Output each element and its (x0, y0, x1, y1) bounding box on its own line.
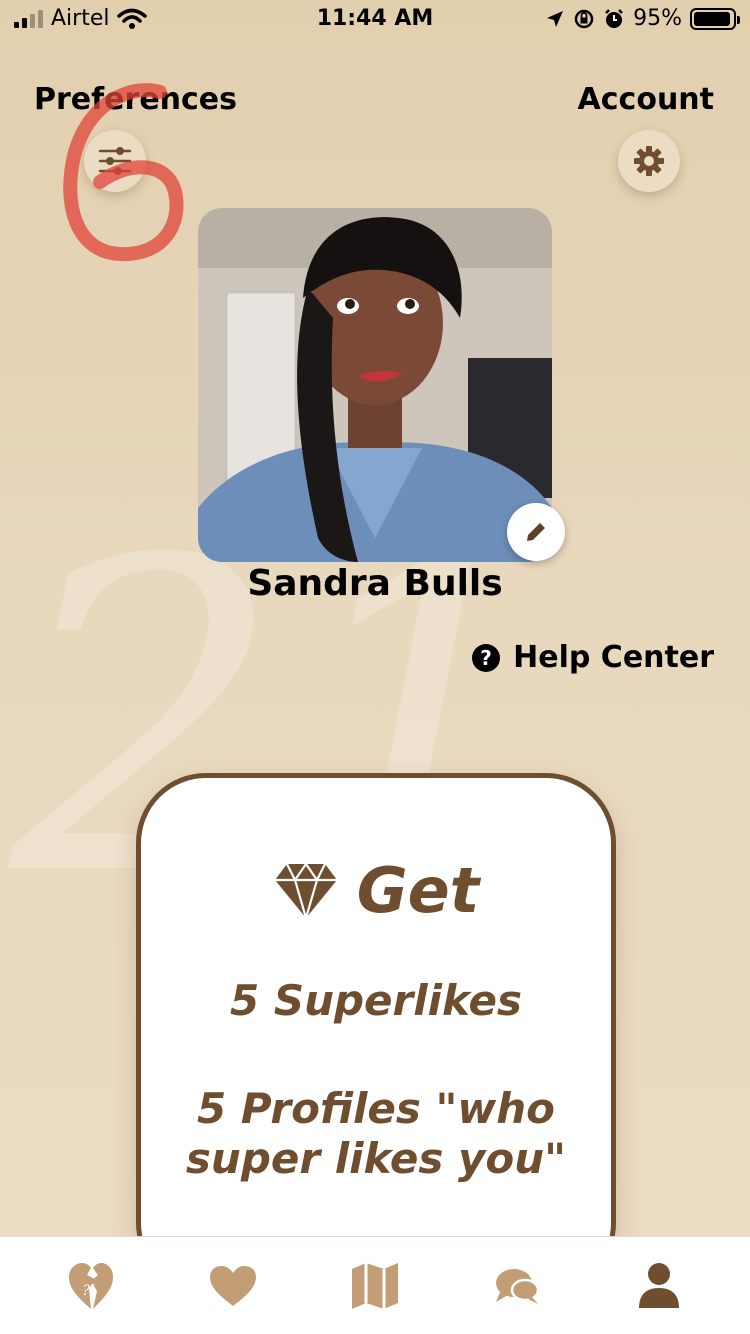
promo-profiles-line2: super likes you" (185, 1134, 567, 1183)
profile-photo[interactable] (198, 208, 552, 562)
preferences-button[interactable] (84, 130, 146, 192)
preferences-label[interactable]: Preferences (34, 82, 237, 117)
location-arrow-icon (547, 10, 564, 27)
gear-icon (634, 146, 664, 176)
account-label[interactable]: Account (578, 82, 714, 117)
diamond-icon (274, 861, 337, 920)
profile-name: Sandra Bulls (247, 563, 503, 604)
account-button[interactable] (618, 130, 680, 192)
edit-photo-button[interactable] (507, 503, 565, 561)
help-center-link[interactable]: ? Help Center (471, 640, 714, 675)
promo-profiles-line1: 5 Profiles "who (197, 1084, 555, 1133)
help-center-label: Help Center (513, 640, 714, 675)
tab-likes[interactable] (193, 1251, 273, 1321)
promo-title: Get (356, 854, 480, 927)
status-bar: Airtel 11:44 AM 95% (0, 0, 750, 42)
promo-title-row: Get (141, 854, 611, 927)
battery-icon (690, 7, 740, 30)
pencil-icon (527, 520, 548, 541)
map-icon (352, 1262, 398, 1309)
heart-question-icon: ?! (69, 1262, 113, 1309)
svg-text:?: ? (480, 646, 492, 670)
person-icon (639, 1262, 679, 1308)
tab-profile[interactable] (619, 1251, 699, 1321)
chat-bubbles-icon (496, 1268, 540, 1304)
promo-superlikes: 5 Superlikes (230, 976, 522, 1025)
tab-discover[interactable]: ?! (51, 1251, 131, 1321)
profile-photo-image (198, 208, 552, 562)
tab-bar: ?! (0, 1236, 750, 1334)
orientation-lock-icon (574, 9, 594, 28)
alarm-icon (605, 8, 623, 28)
svg-text:?!: ?! (82, 1283, 95, 1299)
tab-map[interactable] (335, 1251, 415, 1321)
tab-messages[interactable] (477, 1251, 557, 1321)
sliders-icon (98, 147, 132, 175)
premium-promo-card[interactable]: Get 5 Superlikes 5 Profiles "who super l… (136, 773, 616, 1293)
status-right: 95% (545, 6, 740, 31)
question-circle-icon: ? (472, 643, 501, 672)
heart-icon (210, 1265, 256, 1306)
battery-percent: 95% (633, 6, 682, 31)
